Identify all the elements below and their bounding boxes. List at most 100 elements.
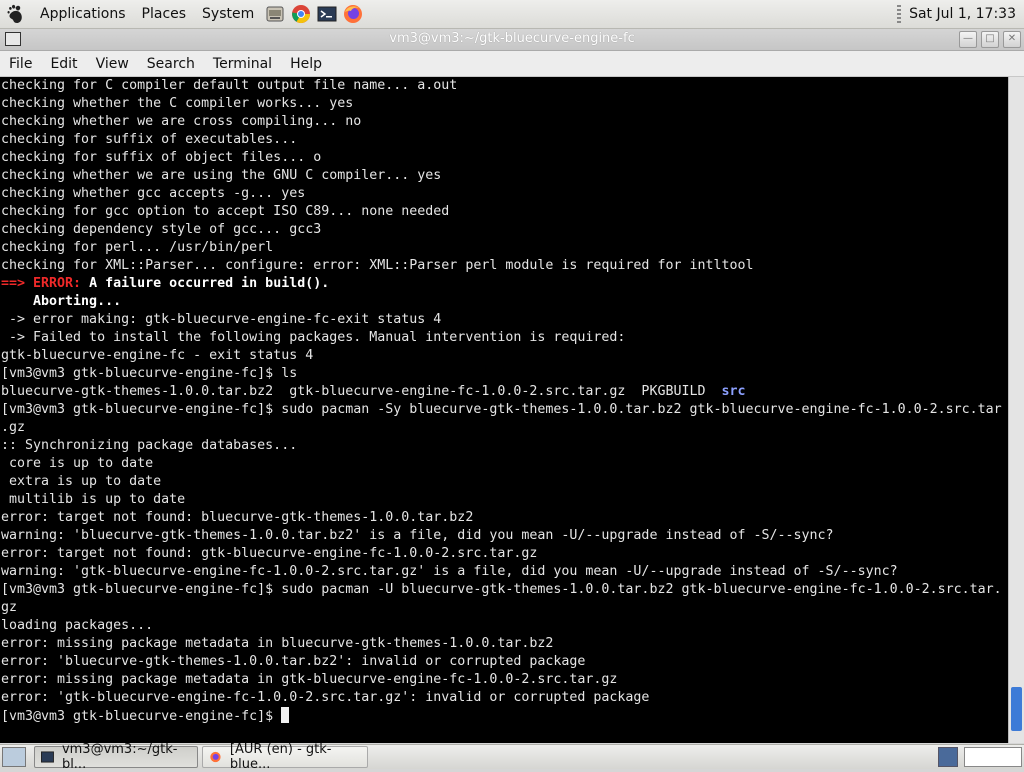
menu-search[interactable]: Search: [138, 56, 204, 72]
terminal-text-segment: checking for suffix of executables...: [1, 132, 298, 147]
maximize-button[interactable]: □: [981, 31, 999, 48]
terminal-text-segment: warning: 'bluecurve-gtk-themes-1.0.0.tar…: [1, 528, 834, 543]
terminal-text-segment: multilib is up to date: [1, 492, 186, 507]
terminal-output[interactable]: checking for C compiler default output f…: [0, 77, 1008, 743]
terminal-line: checking dependency style of gcc... gcc3: [1, 221, 1008, 239]
terminal-line: [vm3@vm3 gtk-bluecurve-engine-fc]$ sudo …: [1, 401, 1008, 419]
show-desktop-icon[interactable]: [2, 747, 26, 767]
terminal-line: error: target not found: bluecurve-gtk-t…: [1, 509, 1008, 527]
scrollbar-thumb[interactable]: [1011, 687, 1022, 731]
terminal-text-segment: [vm3@vm3 gtk-bluecurve-engine-fc]$ ls: [1, 366, 298, 381]
panel-separator: [897, 5, 902, 23]
terminal-line: loading packages...: [1, 617, 1008, 635]
close-button[interactable]: ✕: [1003, 31, 1021, 48]
menu-terminal[interactable]: Terminal: [204, 56, 281, 72]
terminal-text-segment: [vm3@vm3 gtk-bluecurve-engine-fc]$ sudo …: [1, 402, 1002, 417]
system-menu[interactable]: System: [194, 0, 262, 28]
terminal-line: checking for suffix of object files... o: [1, 149, 1008, 167]
terminal-text-segment: Aborting...: [1, 294, 122, 309]
terminal-line: checking for gcc option to accept ISO C8…: [1, 203, 1008, 221]
firefox-icon[interactable]: [342, 3, 364, 25]
terminal-menubar: File Edit View Search Terminal Help: [0, 51, 1024, 77]
terminal-text-segment: error: target not found: bluecurve-gtk-t…: [1, 510, 474, 525]
taskbar-item-firefox[interactable]: [AUR (en) - gtk-blue...: [202, 742, 368, 772]
terminal-text-segment: warning: 'gtk-bluecurve-engine-fc-1.0.0-…: [1, 564, 898, 579]
terminal-line: core is up to date: [1, 455, 1008, 473]
terminal-text-segment: checking whether we are cross compiling.…: [1, 114, 362, 129]
firefox-icon: [210, 751, 221, 763]
terminal-text-segment: -> error making: gtk-bluecurve-engine-fc…: [1, 312, 442, 327]
terminal-text-segment: checking for perl... /usr/bin/perl: [1, 240, 274, 255]
terminal-text-segment: error: 'bluecurve-gtk-themes-1.0.0.tar.b…: [1, 654, 586, 669]
terminal-line: [vm3@vm3 gtk-bluecurve-engine-fc]$ sudo …: [1, 581, 1008, 599]
terminal-line: checking whether the C compiler works...…: [1, 95, 1008, 113]
terminal-line: -> error making: gtk-bluecurve-engine-fc…: [1, 311, 1008, 329]
terminal-text-segment: bluecurve-gtk-themes-1.0.0.tar.bz2 gtk-b…: [1, 384, 722, 399]
gnome-foot-icon[interactable]: [4, 3, 26, 25]
terminal-line: checking for XML::Parser... configure: e…: [1, 257, 1008, 275]
terminal-text-segment: checking for C compiler default output f…: [1, 78, 458, 93]
terminal-line: warning: 'bluecurve-gtk-themes-1.0.0.tar…: [1, 527, 1008, 545]
terminal-icon[interactable]: [316, 3, 338, 25]
terminal-text-segment: -> Failed to install the following packa…: [1, 330, 626, 345]
terminal-line: checking whether we are using the GNU C …: [1, 167, 1008, 185]
terminal-line: Aborting...: [1, 293, 1008, 311]
menu-help[interactable]: Help: [281, 56, 331, 72]
chrome-icon[interactable]: [290, 3, 312, 25]
terminal-text-segment: [vm3@vm3 gtk-bluecurve-engine-fc]$: [1, 709, 282, 724]
taskbar-item-terminal[interactable]: vm3@vm3:~/gtk-bl...: [34, 742, 198, 772]
clock[interactable]: Sat Jul 1, 17:33: [909, 6, 1024, 22]
terminal-text-segment: error: missing package metadata in bluec…: [1, 636, 554, 651]
file-manager-icon[interactable]: [264, 3, 286, 25]
terminal-line: error: missing package metadata in bluec…: [1, 635, 1008, 653]
minimize-button[interactable]: —: [959, 31, 977, 48]
terminal-line: [vm3@vm3 gtk-bluecurve-engine-fc]$ ls: [1, 365, 1008, 383]
terminal-line: .gz: [1, 419, 1008, 437]
tray-terminal-icon[interactable]: [938, 747, 958, 767]
terminal-line: error: target not found: gtk-bluecurve-e…: [1, 545, 1008, 563]
terminal-text-segment: gz: [1, 600, 18, 615]
window-title: vm3@vm3:~/gtk-bluecurve-engine-fc: [389, 31, 635, 46]
terminal-text-segment: loading packages...: [1, 618, 154, 633]
terminal-text-segment: checking for suffix of object files... o: [1, 150, 322, 165]
applications-menu[interactable]: Applications: [32, 0, 134, 28]
terminal-text-segment: A failure occurred in build().: [81, 276, 330, 291]
terminal-line: checking whether gcc accepts -g... yes: [1, 185, 1008, 203]
terminal-line: -> Failed to install the following packa…: [1, 329, 1008, 347]
terminal-line: [vm3@vm3 gtk-bluecurve-engine-fc]$: [1, 707, 1008, 725]
terminal-text-segment: extra is up to date: [1, 474, 162, 489]
terminal-text-segment: checking for gcc option to accept ISO C8…: [1, 204, 450, 219]
vertical-scrollbar[interactable]: [1008, 77, 1024, 743]
menu-view[interactable]: View: [87, 56, 138, 72]
menu-file[interactable]: File: [0, 56, 41, 72]
workspace-switcher[interactable]: [964, 747, 1022, 767]
terminal-line: error: missing package metadata in gtk-b…: [1, 671, 1008, 689]
terminal-text-segment: :: Synchronizing package databases...: [1, 438, 298, 453]
top-panel: Applications Places System Sat Jul 1, 17…: [0, 0, 1024, 29]
terminal-text-segment: error: 'gtk-bluecurve-engine-fc-1.0.0-2.…: [1, 690, 650, 705]
terminal-text-segment: checking whether the C compiler works...…: [1, 96, 354, 111]
window-titlebar[interactable]: vm3@vm3:~/gtk-bluecurve-engine-fc — □ ✕: [0, 29, 1024, 51]
terminal-line: multilib is up to date: [1, 491, 1008, 509]
terminal-line: checking for C compiler default output f…: [1, 77, 1008, 95]
terminal-text-segment: error: missing package metadata in gtk-b…: [1, 672, 618, 687]
terminal-text-segment: error: target not found: gtk-bluecurve-e…: [1, 546, 538, 561]
terminal-line: checking for perl... /usr/bin/perl: [1, 239, 1008, 257]
bottom-panel: vm3@vm3:~/gtk-bl... [AUR (en) - gtk-blue…: [0, 742, 1024, 772]
terminal-text-segment: [vm3@vm3 gtk-bluecurve-engine-fc]$ sudo …: [1, 582, 1002, 597]
terminal-line: checking for suffix of executables...: [1, 131, 1008, 149]
terminal-text-segment: gtk-bluecurve-engine-fc - exit status 4: [1, 348, 314, 363]
menu-edit[interactable]: Edit: [41, 56, 86, 72]
places-menu[interactable]: Places: [134, 0, 195, 28]
terminal-line: :: Synchronizing package databases...: [1, 437, 1008, 455]
terminal-line: extra is up to date: [1, 473, 1008, 491]
terminal-line: bluecurve-gtk-themes-1.0.0.tar.bz2 gtk-b…: [1, 383, 1008, 401]
terminal-line: warning: 'gtk-bluecurve-engine-fc-1.0.0-…: [1, 563, 1008, 581]
terminal-line: checking whether we are cross compiling.…: [1, 113, 1008, 131]
terminal-line: gtk-bluecurve-engine-fc - exit status 4: [1, 347, 1008, 365]
terminal-line: ==> ERROR: A failure occurred in build()…: [1, 275, 1008, 293]
terminal-line: error: 'gtk-bluecurve-engine-fc-1.0.0-2.…: [1, 689, 1008, 707]
terminal-text-segment: checking whether gcc accepts -g... yes: [1, 186, 306, 201]
terminal-line: gz: [1, 599, 1008, 617]
terminal-text-segment: ==> ERROR:: [1, 276, 82, 291]
